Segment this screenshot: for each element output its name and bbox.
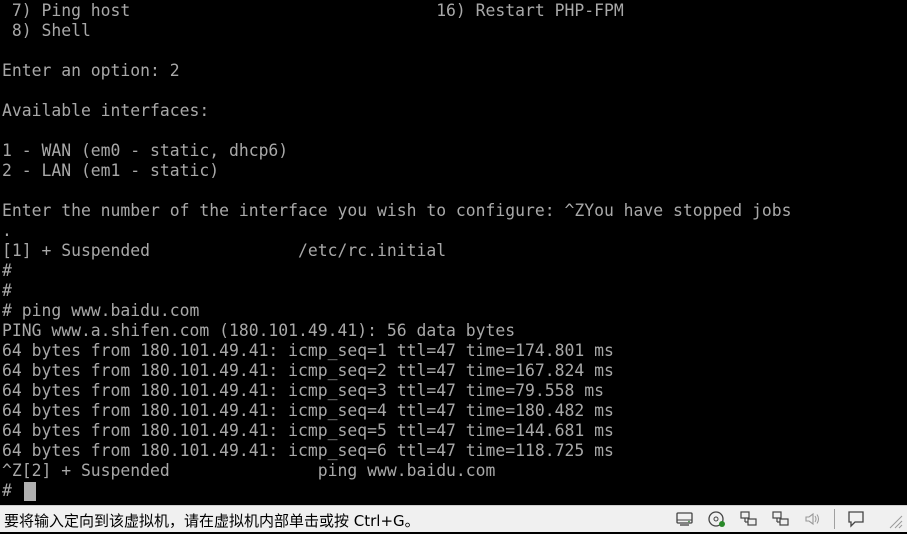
console-line: 2 - LAN (em1 - static) bbox=[2, 161, 220, 180]
network-adapter-1-icon[interactable] bbox=[739, 510, 759, 528]
console-line: Available interfaces: bbox=[2, 101, 210, 120]
hard-disk-icon[interactable] bbox=[675, 510, 695, 528]
network-adapter-2-icon[interactable] bbox=[771, 510, 791, 528]
console-line: 64 bytes from 180.101.49.41: icmp_seq=1 … bbox=[2, 341, 614, 360]
console-line: 8) Shell bbox=[2, 21, 91, 40]
console-line: Enter an option: 2 bbox=[2, 61, 180, 80]
console-line: 64 bytes from 180.101.49.41: icmp_seq=3 … bbox=[2, 381, 604, 400]
status-separator bbox=[834, 509, 835, 529]
vm-console[interactable]: 7) Ping host 16) Restart PHP-FPM 8) Shel… bbox=[0, 0, 907, 505]
console-line: # ping www.baidu.com bbox=[2, 301, 200, 320]
console-line: 64 bytes from 180.101.49.41: icmp_seq=6 … bbox=[2, 441, 614, 460]
resize-grip-icon[interactable] bbox=[884, 512, 904, 530]
cd-drive-icon[interactable] bbox=[707, 510, 727, 528]
console-line: # bbox=[2, 261, 12, 280]
console-line: 64 bytes from 180.101.49.41: icmp_seq=2 … bbox=[2, 361, 614, 380]
console-line: 64 bytes from 180.101.49.41: icmp_seq=4 … bbox=[2, 401, 614, 420]
console-line: 1 - WAN (em0 - static, dhcp6) bbox=[2, 141, 289, 160]
status-message: 要将输入定向到该虚拟机，请在虚拟机内部单击或按 Ctrl+G。 bbox=[4, 512, 420, 530]
console-line: 64 bytes from 180.101.49.41: icmp_seq=5 … bbox=[2, 421, 614, 440]
text-cursor bbox=[24, 482, 36, 501]
console-line: # bbox=[2, 281, 12, 300]
message-icon[interactable] bbox=[846, 510, 866, 528]
console-line: . bbox=[2, 221, 12, 240]
console-line: 7) Ping host 16) Restart PHP-FPM bbox=[2, 1, 624, 20]
console-line: Enter the number of the interface you wi… bbox=[2, 201, 792, 220]
console-line: # bbox=[2, 481, 22, 500]
console-line: [1] + Suspended /etc/rc.initial bbox=[2, 241, 447, 260]
sound-icon[interactable] bbox=[803, 510, 823, 528]
console-line: PING www.a.shifen.com (180.101.49.41): 5… bbox=[2, 321, 516, 340]
console-line: ^Z[2] + Suspended ping www.baidu.com bbox=[2, 461, 496, 480]
status-bar: 要将输入定向到该虚拟机，请在虚拟机内部单击或按 Ctrl+G。 bbox=[0, 505, 907, 532]
